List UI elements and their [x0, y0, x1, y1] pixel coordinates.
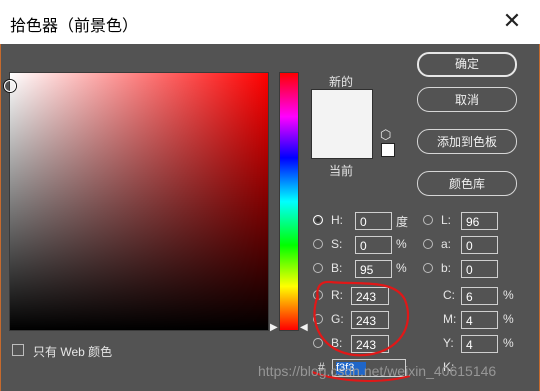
- a-label: a:: [441, 237, 452, 251]
- add-to-swatches-button[interactable]: 添加到色板: [417, 129, 517, 154]
- g-radio[interactable]: [313, 314, 323, 324]
- s-radio[interactable]: [313, 239, 323, 249]
- blue-input[interactable]: 243: [351, 335, 389, 353]
- y-unit: %: [503, 336, 514, 350]
- y-label: Y:: [443, 336, 454, 350]
- web-safe-color-swatch[interactable]: [381, 143, 395, 157]
- hue-slider-left-arrow-icon[interactable]: ▶: [270, 323, 278, 333]
- g-input[interactable]: 243: [351, 311, 389, 329]
- a-radio[interactable]: [423, 239, 433, 249]
- brightness-input[interactable]: 95: [355, 260, 392, 278]
- h-input[interactable]: 0: [355, 212, 392, 230]
- s-unit: %: [396, 237, 407, 251]
- current-color-label: 当前: [329, 164, 354, 178]
- s-label: S:: [331, 237, 343, 251]
- m-unit: %: [503, 312, 514, 326]
- blue-radio[interactable]: [313, 338, 323, 348]
- saturation-brightness-field[interactable]: [10, 73, 268, 330]
- web-safe-cube-icon[interactable]: ⬡: [380, 127, 391, 143]
- m-label: M:: [443, 312, 457, 326]
- r-radio[interactable]: [313, 290, 323, 300]
- a-input[interactable]: 0: [461, 236, 498, 254]
- lab-b-radio[interactable]: [423, 263, 433, 273]
- l-label: L:: [441, 213, 452, 227]
- h-radio[interactable]: [313, 215, 323, 225]
- l-radio[interactable]: [423, 215, 433, 225]
- hue-slider-right-arrow-icon[interactable]: ◀: [300, 323, 308, 333]
- color-field-cursor[interactable]: [4, 80, 16, 92]
- y-input[interactable]: 4: [461, 335, 498, 353]
- h-label: H:: [331, 213, 343, 227]
- ok-button[interactable]: 确定: [417, 52, 517, 77]
- l-input[interactable]: 96: [461, 212, 498, 230]
- close-icon[interactable]: ✕: [496, 6, 528, 38]
- blue-label: B:: [331, 336, 343, 350]
- lab-b-label: b:: [441, 261, 452, 275]
- h-unit: 度: [396, 215, 409, 229]
- c-unit: %: [503, 288, 514, 302]
- c-input[interactable]: 6: [461, 287, 498, 305]
- brightness-unit: %: [396, 261, 407, 275]
- window-title: 拾色器（前景色）: [10, 18, 139, 35]
- g-label: G:: [331, 312, 344, 326]
- color-libraries-button[interactable]: 颜色库: [417, 171, 517, 196]
- only-web-colors-label: 只有 Web 颜色: [33, 345, 113, 359]
- brightness-label: B:: [331, 261, 343, 275]
- r-label: R:: [331, 288, 343, 302]
- only-web-colors-checkbox[interactable]: [12, 344, 24, 356]
- c-label: C:: [443, 288, 455, 302]
- brightness-radio[interactable]: [313, 263, 323, 273]
- cancel-button[interactable]: 取消: [417, 87, 517, 112]
- lab-b-input[interactable]: 0: [461, 260, 498, 278]
- hue-slider[interactable]: [280, 73, 298, 330]
- r-input[interactable]: 243: [351, 287, 389, 305]
- new-color-label: 新的: [329, 75, 354, 89]
- watermark-text: https://blog.csdn.net/weixin_40615146: [258, 363, 497, 379]
- color-preview-swatch: [312, 90, 372, 158]
- s-input[interactable]: 0: [355, 236, 392, 254]
- m-input[interactable]: 4: [461, 311, 498, 329]
